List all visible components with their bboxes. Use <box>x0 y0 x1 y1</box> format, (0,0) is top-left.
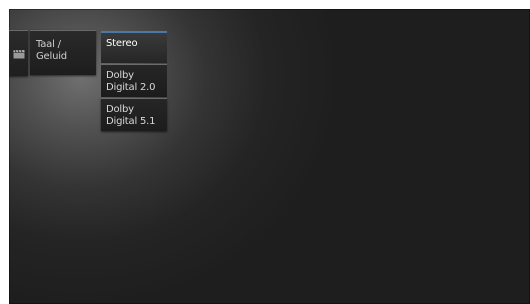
menu-icon-tab[interactable] <box>9 30 28 76</box>
audio-submenu: Stereo Dolby Digital 2.0 Dolby Digital 5… <box>101 31 167 131</box>
submenu-item-dolby-digital-5-1[interactable]: Dolby Digital 5.1 <box>101 98 167 131</box>
menu-tab-label: Taal / Geluid <box>36 39 67 62</box>
menu-tab-language-audio[interactable]: Taal / Geluid <box>30 30 96 75</box>
submenu-item-label: Stereo <box>106 38 138 49</box>
clapperboard-icon <box>13 49 25 59</box>
tv-screen: Taal / Geluid Stereo Dolby Digital 2.0 D… <box>9 9 530 304</box>
submenu-item-dolby-digital-2-0[interactable]: Dolby Digital 2.0 <box>101 64 167 97</box>
submenu-item-label: Dolby Digital 5.1 <box>106 104 156 127</box>
submenu-item-stereo[interactable]: Stereo <box>101 31 167 63</box>
submenu-item-label: Dolby Digital 2.0 <box>106 70 156 93</box>
